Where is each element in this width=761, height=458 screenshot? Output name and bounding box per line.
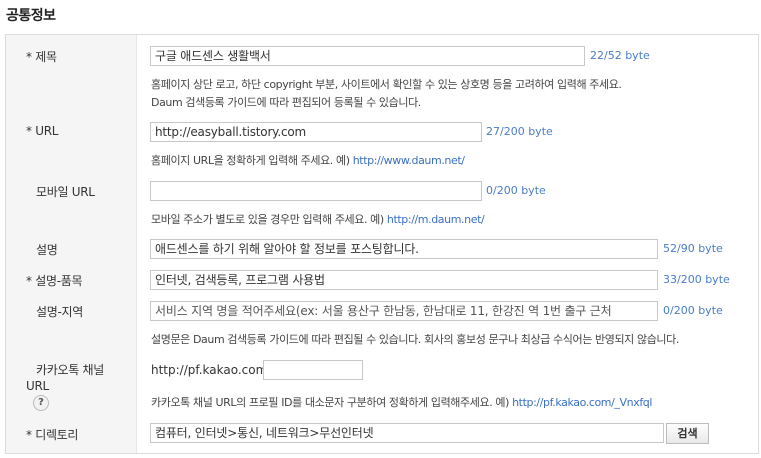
help-question-icon[interactable]: ? — [33, 395, 49, 411]
mobile-url-byte-count: 0/200 byte — [486, 184, 546, 197]
url-help: 홈페이지 URL을 정확하게 입력해 주세요. 예) http://www.da… — [151, 152, 465, 168]
kakao-label-line2: URL — [26, 379, 49, 393]
section-title: 공통정보 — [6, 8, 56, 24]
title-byte-count: 22/52 byte — [590, 49, 650, 62]
url-input[interactable]: http://easyball.tistory.com — [150, 122, 482, 142]
description-input[interactable]: 애드센스를 하기 위해 알아야 할 정보를 포스팅합니다. — [150, 239, 658, 259]
kakao-url-prefix: http://pf.kakao.com/ — [151, 363, 272, 377]
mobile-url-help: 모바일 주소가 별도로 있을 경우만 입력해 주세요. 예) http://m.… — [151, 211, 485, 227]
kakao-channel-input[interactable] — [263, 360, 363, 380]
directory-search-button[interactable]: 검색 — [666, 423, 709, 444]
mobile-url-input[interactable] — [150, 181, 482, 201]
kakao-help-example-link[interactable]: http://pf.kakao.com/_Vnxfql — [512, 396, 652, 409]
desc-region-help: 설명문은 Daum 검색등록 가이드에 따라 편집될 수 있습니다. 회사의 홍… — [151, 333, 679, 346]
desc-region-byte-count: 0/200 byte — [663, 304, 723, 317]
url-help-example-link[interactable]: http://www.daum.net/ — [353, 154, 465, 167]
kakao-help-text: 카카오톡 채널 URL의 프로필 ID를 대소문자 구분하여 정확하게 입력해주… — [151, 396, 509, 409]
title-label: * 제목 — [26, 50, 57, 64]
desc-region-input[interactable]: 서비스 지역 명을 적어주세요(ex: 서울 용산구 한남동, 한남대로 11,… — [150, 301, 658, 321]
directory-label: * 디렉토리 — [26, 428, 79, 442]
desc-region-label: 설명-지역 — [36, 305, 83, 319]
url-label: * URL — [26, 124, 59, 138]
mobile-url-label: 모바일 URL — [36, 185, 95, 199]
desc-product-input[interactable]: 인터넷, 검색등록, 프로그램 사용법 — [150, 270, 658, 290]
url-byte-count: 27/200 byte — [486, 125, 553, 138]
kakao-help: 카카오톡 채널 URL의 프로필 ID를 대소문자 구분하여 정확하게 입력해주… — [151, 394, 652, 410]
url-help-text: 홈페이지 URL을 정확하게 입력해 주세요. 예) — [151, 154, 350, 167]
description-byte-count: 52/90 byte — [663, 242, 723, 255]
directory-input[interactable]: 컴퓨터, 인터넷>통신, 네트워크>무선인터넷 — [150, 423, 664, 443]
title-help-2: Daum 검색등록 가이드에 따라 편집되어 등록될 수 있습니다. — [151, 96, 421, 109]
mobile-url-help-text: 모바일 주소가 별도로 있을 경우만 입력해 주세요. 예) — [151, 213, 384, 226]
title-help-1: 홈페이지 상단 로고, 하단 copyright 부분, 사이트에서 확인할 수… — [151, 78, 622, 91]
desc-product-label: * 설명-품목 — [26, 274, 83, 288]
title-input[interactable]: 구글 애드센스 생활백서 — [150, 46, 585, 66]
common-info-form: * 제목 구글 애드센스 생활백서 22/52 byte 홈페이지 상단 로고,… — [5, 34, 759, 454]
mobile-url-help-example-link[interactable]: http://m.daum.net/ — [387, 213, 485, 226]
kakao-label-line1: 카카오톡 채널 — [36, 363, 104, 377]
desc-product-byte-count: 33/200 byte — [663, 273, 730, 286]
description-label: 설명 — [36, 243, 58, 257]
